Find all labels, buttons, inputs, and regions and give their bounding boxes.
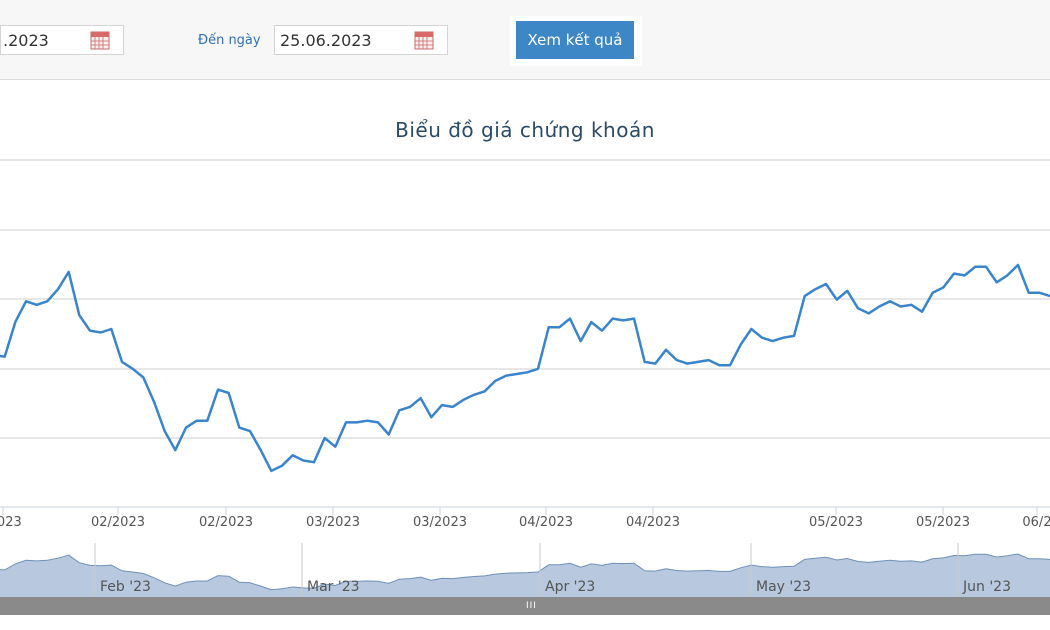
navigator-month-label: Mar '23 bbox=[307, 579, 360, 595]
x-tick-label: 02/2023 bbox=[199, 515, 253, 530]
x-tick-label: 04/2023 bbox=[519, 515, 573, 530]
navigator-scrollbar[interactable]: III bbox=[0, 597, 1050, 615]
x-tick-label: 05/2023 bbox=[916, 515, 970, 530]
navigator-month-label: Jun '23 bbox=[962, 579, 1011, 595]
x-tick-label: /2023 bbox=[0, 515, 22, 530]
x-tick-label: 02/2023 bbox=[91, 515, 145, 530]
price-line-series bbox=[0, 263, 1050, 473]
navigator-month-label: Apr '23 bbox=[545, 579, 595, 595]
navigator-month-label: May '23 bbox=[756, 579, 811, 595]
x-tick-label: 04/2023 bbox=[626, 515, 680, 530]
x-tick-label: 05/2023 bbox=[809, 515, 863, 530]
x-tick-label: 03/2023 bbox=[413, 515, 467, 530]
scrollbar-grip-icon[interactable]: III bbox=[526, 601, 537, 611]
navigator-month-label: Feb '23 bbox=[100, 579, 151, 595]
x-tick-label: 06/2 bbox=[1022, 515, 1050, 530]
price-chart: /2023 02/2023 02/2023 03/2023 03/2023 04/2023… bbox=[0, 159, 1050, 597]
x-tick-label: 03/2023 bbox=[306, 515, 360, 530]
